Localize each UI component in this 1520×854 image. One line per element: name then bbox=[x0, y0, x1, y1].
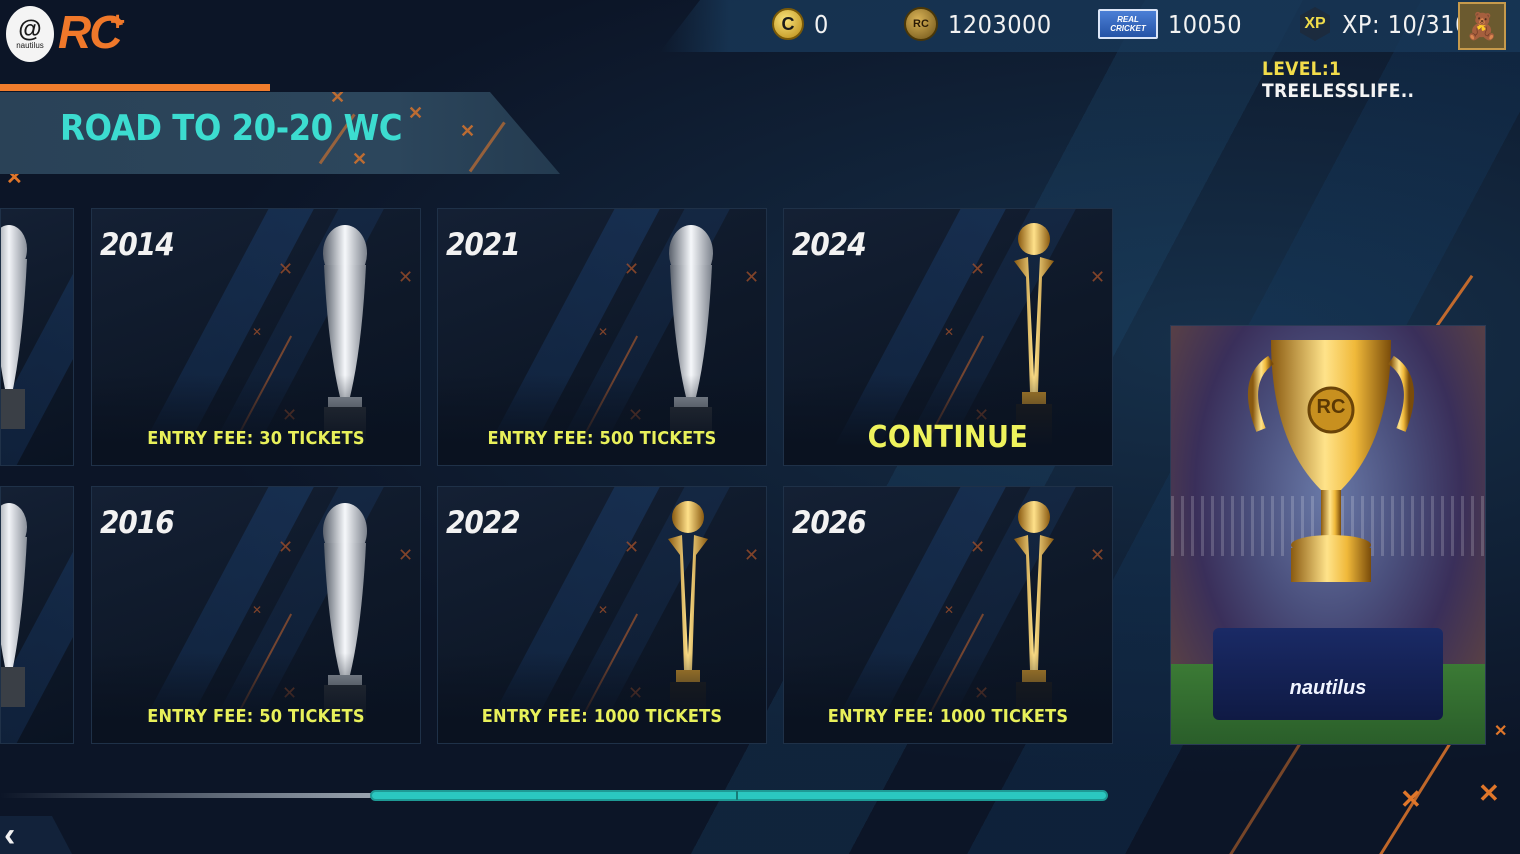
entry-fee-label: ENTRY FEE: 500 TICKETS bbox=[487, 428, 717, 449]
ticket-icon: REAL CRICKET bbox=[1098, 9, 1158, 39]
scrollbar-thumb[interactable] bbox=[370, 790, 1108, 801]
card-fade bbox=[92, 653, 420, 743]
player-level-line: LEVEL:1 TREELESSLIFE.. bbox=[1262, 58, 1462, 102]
card-year: 2024 bbox=[792, 227, 867, 263]
xp-value: XP: 10/310 bbox=[1342, 9, 1470, 39]
scrollbar-grip bbox=[736, 791, 738, 800]
tournament-card-2021[interactable]: ✕ ✕ ✕ ✕ 2021 ENTRY FEE: 500 TICKETS bbox=[437, 208, 767, 466]
coin-counter[interactable]: C 0 bbox=[772, 4, 829, 44]
card-year: 2022 bbox=[446, 505, 521, 541]
xp-counter[interactable]: XP XP: 10/310 bbox=[1300, 4, 1470, 44]
card-fade bbox=[438, 375, 766, 465]
ticket-counter[interactable]: REAL CRICKET 10050 bbox=[1098, 4, 1242, 44]
cup-pedestal: nautilus bbox=[1213, 628, 1443, 720]
player-name: TREELESSLIFE.. bbox=[1262, 80, 1415, 102]
app-logo-plus: + bbox=[110, 6, 126, 36]
xp-badge-icon: XP bbox=[1300, 7, 1330, 41]
decor-cross: ✕ bbox=[1494, 723, 1508, 740]
continue-button[interactable]: CONTINUE bbox=[784, 420, 1112, 455]
coin-value: 0 bbox=[814, 9, 829, 39]
header-accent-bar bbox=[0, 84, 270, 91]
chevron-left-icon: ‹ bbox=[4, 816, 16, 854]
tournament-card-2014[interactable]: ✕ ✕ ✕ ✕ 2014 ENTRY FEE: 30 TICKETS bbox=[91, 208, 421, 466]
silver-trophy-icon bbox=[1, 503, 27, 707]
tournament-card-partial[interactable] bbox=[0, 486, 74, 744]
tournament-card-2016[interactable]: ✕ ✕ ✕ ✕ 2016 ENTRY FEE: 50 TICKETS bbox=[91, 486, 421, 744]
card-fade bbox=[784, 653, 1112, 743]
card-year: 2026 bbox=[792, 505, 867, 541]
logo-small-text: nautilus bbox=[16, 40, 44, 50]
ticket-value: 10050 bbox=[1168, 9, 1243, 39]
nautilus-logo: @ nautilus bbox=[6, 6, 54, 62]
entry-fee-label: ENTRY FEE: 50 TICKETS bbox=[147, 706, 365, 727]
card-year: 2014 bbox=[100, 227, 175, 263]
page-title: ROAD TO 20-20 WC bbox=[60, 108, 402, 149]
scrollbar-track[interactable] bbox=[0, 793, 372, 798]
player-level: LEVEL:1 bbox=[1262, 58, 1342, 80]
rc-coin-icon: RC bbox=[904, 7, 938, 41]
tournament-card-2026[interactable]: ✕ ✕ ✕ ✕ 2026 ENTRY FEE: 1000 TICKETS bbox=[783, 486, 1113, 744]
cup-emblem: RC bbox=[1316, 396, 1346, 418]
card-year: 2021 bbox=[446, 227, 521, 263]
card-fade bbox=[92, 375, 420, 465]
tournament-card-2024[interactable]: ✕ ✕ ✕ ✕ 2024 CONTINUE bbox=[783, 208, 1113, 466]
world-cup-feature-image: RC nautilus bbox=[1170, 325, 1486, 745]
gold-cup-icon bbox=[1248, 340, 1414, 582]
tournament-card-partial[interactable] bbox=[0, 208, 74, 466]
entry-fee-label: ENTRY FEE: 1000 TICKETS bbox=[481, 706, 723, 727]
silver-trophy-icon bbox=[1, 225, 27, 429]
rc-coin-value: 1203000 bbox=[948, 9, 1052, 39]
decor-cross: ✕ bbox=[1478, 778, 1500, 808]
card-fade bbox=[438, 653, 766, 743]
swirl-icon: @ bbox=[18, 15, 42, 43]
rc-coin-counter[interactable]: RC 1203000 bbox=[904, 4, 1052, 44]
coin-icon: C bbox=[772, 8, 804, 40]
decor-cross: ✕ bbox=[1400, 784, 1422, 814]
entry-fee-label: ENTRY FEE: 1000 TICKETS bbox=[827, 706, 1069, 727]
feature-brand: nautilus bbox=[1289, 677, 1367, 699]
entry-fee-label: ENTRY FEE: 30 TICKETS bbox=[147, 428, 365, 449]
card-year: 2016 bbox=[100, 505, 175, 541]
avatar[interactable]: 🧸 bbox=[1458, 2, 1506, 50]
tournament-card-2022[interactable]: ✕ ✕ ✕ ✕ 2022 ENTRY FEE: 1000 TICKETS bbox=[437, 486, 767, 744]
